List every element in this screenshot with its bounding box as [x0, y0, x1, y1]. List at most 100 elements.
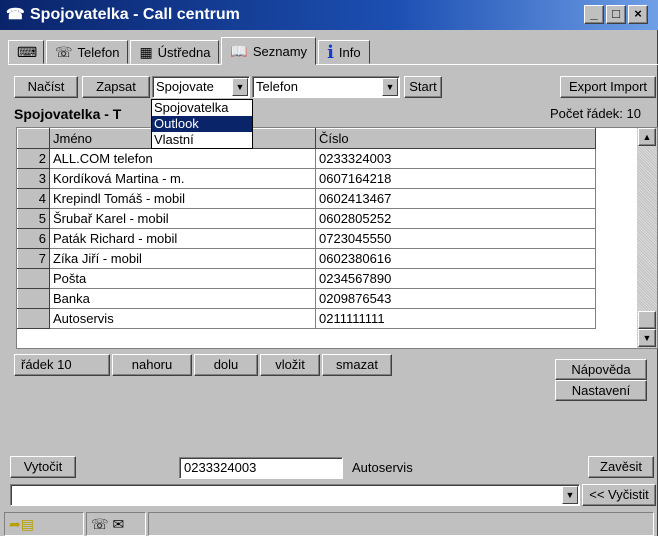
- row-number-cell[interactable]: [17, 288, 50, 309]
- info-icon: i: [327, 41, 334, 63]
- row-number-cell[interactable]: [17, 268, 50, 289]
- row-number-cell[interactable]: 7: [17, 248, 50, 269]
- number-cell[interactable]: 0209876543: [315, 288, 596, 309]
- source-select[interactable]: Spojovate ▼: [152, 76, 250, 98]
- row-number-cell[interactable]: 2: [17, 148, 50, 169]
- name-cell[interactable]: Zíka Jiří - mobil: [49, 248, 316, 269]
- tab-info[interactable]: i Info: [318, 40, 370, 64]
- tab-telefon[interactable]: ☏ Telefon: [46, 40, 129, 64]
- number-cell[interactable]: 0607164218: [315, 168, 596, 189]
- table-header-row: Jméno Číslo: [17, 128, 596, 149]
- close-button[interactable]: ×: [628, 5, 648, 24]
- window-controls: _ □ ×: [584, 5, 648, 24]
- transfer-icon: ➦▤: [9, 515, 34, 532]
- table-row[interactable]: 4 Krepindl Tomáš - mobil 0602413467: [17, 188, 596, 209]
- minimize-button[interactable]: _: [584, 5, 604, 24]
- save-button[interactable]: Zapsat: [82, 76, 150, 98]
- table-row[interactable]: 3 Kordíková Martina - m. 0607164218: [17, 168, 596, 189]
- settings-button[interactable]: Nastavení: [555, 380, 647, 401]
- hangup-button[interactable]: Zavěsit: [588, 456, 654, 478]
- number-cell[interactable]: 0602805252: [315, 208, 596, 229]
- status-cell-empty: [148, 512, 654, 536]
- export-import-buttons: Export Import: [560, 76, 656, 98]
- dropdown-option[interactable]: Spojovatelka: [152, 100, 252, 116]
- table-row[interactable]: 5 Šrubař Karel - mobil 0602805252: [17, 208, 596, 229]
- insert-button[interactable]: vložit: [260, 354, 320, 376]
- tab-panel-border: [8, 64, 658, 65]
- tab-keyboard[interactable]: ⌨: [8, 40, 44, 64]
- vertical-scrollbar[interactable]: ▲ ▼: [637, 128, 657, 348]
- dropdown-option[interactable]: Vlastní: [152, 132, 252, 148]
- name-cell[interactable]: Kordíková Martina - m.: [49, 168, 316, 189]
- scroll-up-button[interactable]: ▲: [638, 128, 656, 146]
- help-button[interactable]: Nápověda: [555, 359, 647, 380]
- dropdown-option-selected[interactable]: Outlook: [152, 116, 252, 132]
- number-cell[interactable]: 0602380616: [315, 248, 596, 269]
- message-combo[interactable]: ▼: [10, 484, 580, 506]
- export-button[interactable]: Export: [569, 79, 607, 94]
- tab-seznamy[interactable]: 📖 Seznamy: [221, 37, 317, 65]
- row-indicator: řádek 10: [14, 354, 110, 376]
- row-number-cell[interactable]: 5: [17, 208, 50, 229]
- tab-ustredna[interactable]: ▦ Ústředna: [130, 40, 220, 64]
- number-cell[interactable]: 0723045550: [315, 228, 596, 249]
- table-row[interactable]: 7 Zíka Jiří - mobil 0602380616: [17, 248, 596, 269]
- name-cell[interactable]: Banka: [49, 288, 316, 309]
- name-cell[interactable]: Šrubař Karel - mobil: [49, 208, 316, 229]
- down-button[interactable]: dolu: [194, 354, 258, 376]
- column-header-number[interactable]: Číslo: [315, 128, 596, 149]
- row-number-cell[interactable]: 6: [17, 228, 50, 249]
- row-number-cell[interactable]: [17, 308, 50, 329]
- source-dropdown-list: Spojovatelka Outlook Vlastní: [151, 99, 253, 149]
- table-row[interactable]: 2 ALL.COM telefon 0233324003: [17, 148, 596, 169]
- number-cell[interactable]: 0233324003: [315, 148, 596, 169]
- table-body: 2 ALL.COM telefon 0233324003 3 Kordíková Mar…: [17, 148, 596, 329]
- import-button[interactable]: Import: [610, 79, 647, 94]
- chevron-down-icon[interactable]: ▼: [382, 78, 398, 96]
- telephone-icon: ☏: [55, 43, 73, 60]
- telephone-icon: ☏: [91, 515, 109, 532]
- scroll-thumb[interactable]: [638, 311, 656, 329]
- list-caption: Spojovatelka - T: [14, 106, 122, 122]
- name-cell[interactable]: Paták Richard - mobil: [49, 228, 316, 249]
- table-row[interactable]: 6 Paták Richard - mobil 0723045550: [17, 228, 596, 249]
- load-button[interactable]: Načíst: [14, 76, 78, 98]
- scroll-down-button[interactable]: ▼: [638, 329, 656, 347]
- tab-label: Info: [338, 44, 361, 60]
- tab-label: Telefon: [77, 44, 120, 60]
- name-cell[interactable]: Krepindl Tomáš - mobil: [49, 188, 316, 209]
- table-row[interactable]: Autoservis 0211111111: [17, 308, 596, 329]
- app-window: ☎ Spojovatelka - Call centrum _ □ × ⌨ ☏ …: [0, 0, 658, 536]
- chevron-down-icon[interactable]: ▼: [232, 78, 248, 96]
- app-icon: ☎: [6, 6, 25, 23]
- number-cell[interactable]: 0602413467: [315, 188, 596, 209]
- dial-contact-name: Autoservis: [352, 460, 413, 475]
- tab-label: Ústředna: [157, 44, 211, 60]
- dial-button[interactable]: Vytočit: [10, 456, 76, 478]
- number-cell[interactable]: 0211111111: [315, 308, 596, 329]
- envelope-icon: ✉: [112, 515, 125, 532]
- name-cell[interactable]: Pošta: [49, 268, 316, 289]
- column-select-value: Telefon: [256, 79, 298, 94]
- table-row[interactable]: Pošta 0234567890: [17, 268, 596, 289]
- row-number-cell[interactable]: 3: [17, 168, 50, 189]
- up-button[interactable]: nahoru: [112, 354, 192, 376]
- start-button[interactable]: Start: [404, 76, 442, 98]
- name-cell[interactable]: Autoservis: [49, 308, 316, 329]
- row-header-corner[interactable]: [17, 128, 50, 149]
- column-select[interactable]: Telefon ▼: [252, 76, 400, 98]
- clear-button[interactable]: << Vyčistit: [582, 484, 656, 506]
- title-bar[interactable]: ☎ Spojovatelka - Call centrum _ □ ×: [0, 0, 658, 30]
- maximize-button[interactable]: □: [606, 5, 626, 24]
- row-count-label: Počet řádek: 10: [549, 106, 641, 121]
- delete-button[interactable]: smazat: [322, 354, 392, 376]
- dial-number-input[interactable]: 0233324003: [179, 457, 343, 479]
- contacts-table: Jméno Číslo 2 ALL.COM telefon 0233324003 3 K…: [17, 128, 596, 329]
- number-cell[interactable]: 0234567890: [315, 268, 596, 289]
- status-cell-transfer: ➦▤: [4, 512, 84, 536]
- row-number-cell[interactable]: 4: [17, 188, 50, 209]
- name-cell[interactable]: ALL.COM telefon: [49, 148, 316, 169]
- table-row[interactable]: Banka 0209876543: [17, 288, 596, 309]
- chevron-down-icon[interactable]: ▼: [562, 486, 578, 504]
- status-bar: ➦▤ ☏ ✉: [0, 510, 658, 536]
